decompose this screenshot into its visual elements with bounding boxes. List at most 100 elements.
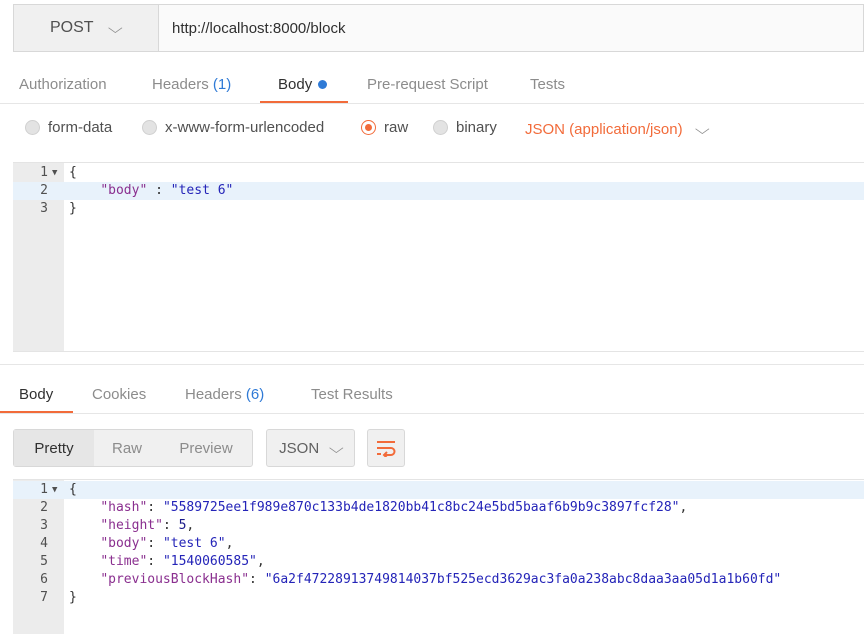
tab-label: Tests [530, 75, 566, 93]
pretty-button[interactable]: Pretty [14, 430, 94, 466]
line-number: 1 [40, 482, 48, 497]
button-label: Raw [111, 439, 142, 457]
json-comma: , [186, 518, 195, 533]
radio-icon [433, 120, 448, 135]
json-key: "previousBlockHash" [100, 572, 250, 587]
tab-label: Headers [152, 75, 209, 93]
radio-raw[interactable]: raw [361, 119, 408, 136]
url-text: http://localhost:8000/block [172, 19, 346, 37]
viewer-line: 7 } [13, 589, 864, 607]
tab-headers[interactable]: Headers (1) [152, 76, 278, 93]
tab-label: Authorization [19, 75, 107, 93]
line-number: 2 [40, 183, 48, 198]
code-text: { [69, 165, 77, 180]
radio-selected-icon [361, 120, 376, 135]
tab-label: Pre-request Script [367, 75, 488, 93]
preview-button[interactable]: Preview [160, 430, 252, 466]
code-text: "height": 5, [100, 518, 195, 533]
tab-pre-request-script[interactable]: Pre-request Script [367, 76, 530, 93]
editor-line-active: 2 "body" : "test 6" [13, 182, 864, 200]
fold-triangle-icon[interactable]: ▼ [52, 481, 57, 499]
line-number: 4 [40, 536, 48, 551]
editor-line: 3 } [13, 200, 864, 218]
option-label: form-data [48, 119, 113, 136]
line-number: 5 [40, 554, 48, 569]
json-comma: , [256, 554, 265, 569]
request-body-editor[interactable]: 1 ▼ { 2 "body" : "test 6" 3 } [13, 162, 864, 352]
tab-tests[interactable]: Tests [530, 76, 565, 93]
code-text: "hash": "5589725ee1f989e870c133b4de1820b… [100, 500, 688, 515]
section-divider [0, 364, 864, 365]
tab-authorization[interactable]: Authorization [19, 76, 152, 93]
json-key: "hash" [100, 500, 148, 515]
json-key: "body" [100, 536, 148, 551]
content-type-select[interactable]: JSON (application/json) ⌵ [525, 121, 710, 138]
unsaved-dot-icon [318, 80, 328, 90]
line-number: 6 [40, 572, 48, 587]
code-text: } [69, 590, 77, 605]
tab-label: Headers [185, 386, 242, 403]
json-key: "time" [100, 554, 148, 569]
tab-label: Cookies [92, 386, 147, 403]
response-tab-test-results[interactable]: Test Results [311, 386, 393, 403]
viewer-line-active: 1 ▼ { [13, 481, 864, 499]
radio-form-data[interactable]: form-data [25, 119, 112, 136]
raw-button[interactable]: Raw [94, 430, 160, 466]
method-select[interactable]: POST ⌵ [13, 4, 158, 52]
line-number: 1 [40, 165, 48, 180]
headers-count: (1) [212, 75, 232, 93]
code-text: { [69, 482, 77, 497]
line-number: 7 [40, 590, 48, 605]
line-number: 3 [40, 518, 48, 533]
response-body-viewer[interactable]: 1 ▼ { 2 "hash": "5589725ee1f989e870c133b… [13, 479, 864, 634]
viewer-line: 5 "time": "1540060585", [13, 553, 864, 571]
code-text: "previousBlockHash": "6a2f47228913749814… [100, 572, 782, 587]
code-text: "body": "test 6", [100, 536, 234, 551]
content-type-label: JSON (application/json) [525, 121, 683, 138]
radio-x-www-form-urlencoded[interactable]: x-www-form-urlencoded [142, 119, 324, 136]
option-label: x-www-form-urlencoded [165, 119, 325, 136]
editor-line: 1 ▼ { [13, 164, 864, 182]
line-number: 2 [40, 500, 48, 515]
format-label: JSON [279, 439, 320, 457]
tab-label: Body [19, 386, 54, 403]
json-separator: : [147, 183, 171, 198]
url-input[interactable]: http://localhost:8000/block [158, 4, 864, 52]
wrap-lines-icon [377, 441, 396, 457]
format-select[interactable]: JSON ⌵ [266, 429, 355, 467]
json-comma: , [679, 500, 688, 515]
response-tabs-divider [0, 413, 864, 414]
chevron-down-icon: ⌵ [694, 121, 710, 137]
wrap-lines-button[interactable] [367, 429, 405, 467]
view-mode-group: Pretty Raw Preview [13, 429, 253, 467]
response-tab-body[interactable]: Body [19, 386, 53, 403]
code-text: } [69, 201, 77, 216]
request-tabs: Authorization Headers (1) Body Pre-reque… [19, 64, 565, 104]
json-value: "test 6" [162, 536, 226, 551]
fold-triangle-icon[interactable]: ▼ [52, 164, 57, 182]
json-comma: , [225, 536, 234, 551]
viewer-line: 3 "height": 5, [13, 517, 864, 535]
response-tab-cookies[interactable]: Cookies [92, 386, 146, 403]
json-key: "height" [100, 518, 163, 533]
option-label: raw [384, 119, 409, 136]
radio-binary[interactable]: binary [433, 119, 497, 136]
viewer-line: 4 "body": "test 6", [13, 535, 864, 553]
code-text: "time": "1540060585", [100, 554, 265, 569]
json-value: "6a2f47228913749814037bf525ecd3629ac3fa0… [264, 572, 782, 587]
viewer-line: 6 "previousBlockHash": "6a2f472289137498… [13, 571, 864, 589]
chevron-down-icon: ⌵ [107, 19, 123, 36]
json-value: "1540060585" [162, 554, 257, 569]
code-text: "body" : "test 6" [69, 182, 233, 200]
tabs-divider [0, 103, 864, 104]
tab-body[interactable]: Body [278, 76, 367, 93]
headers-count: (6) [245, 386, 265, 403]
tab-label: Body [278, 75, 313, 93]
button-label: Pretty [34, 439, 74, 457]
json-value: "test 6" [170, 183, 234, 198]
method-label: POST [50, 19, 94, 36]
radio-icon [25, 120, 40, 135]
button-label: Preview [179, 439, 233, 457]
response-tab-headers[interactable]: Headers (6) [185, 386, 264, 403]
line-number: 3 [40, 201, 48, 216]
